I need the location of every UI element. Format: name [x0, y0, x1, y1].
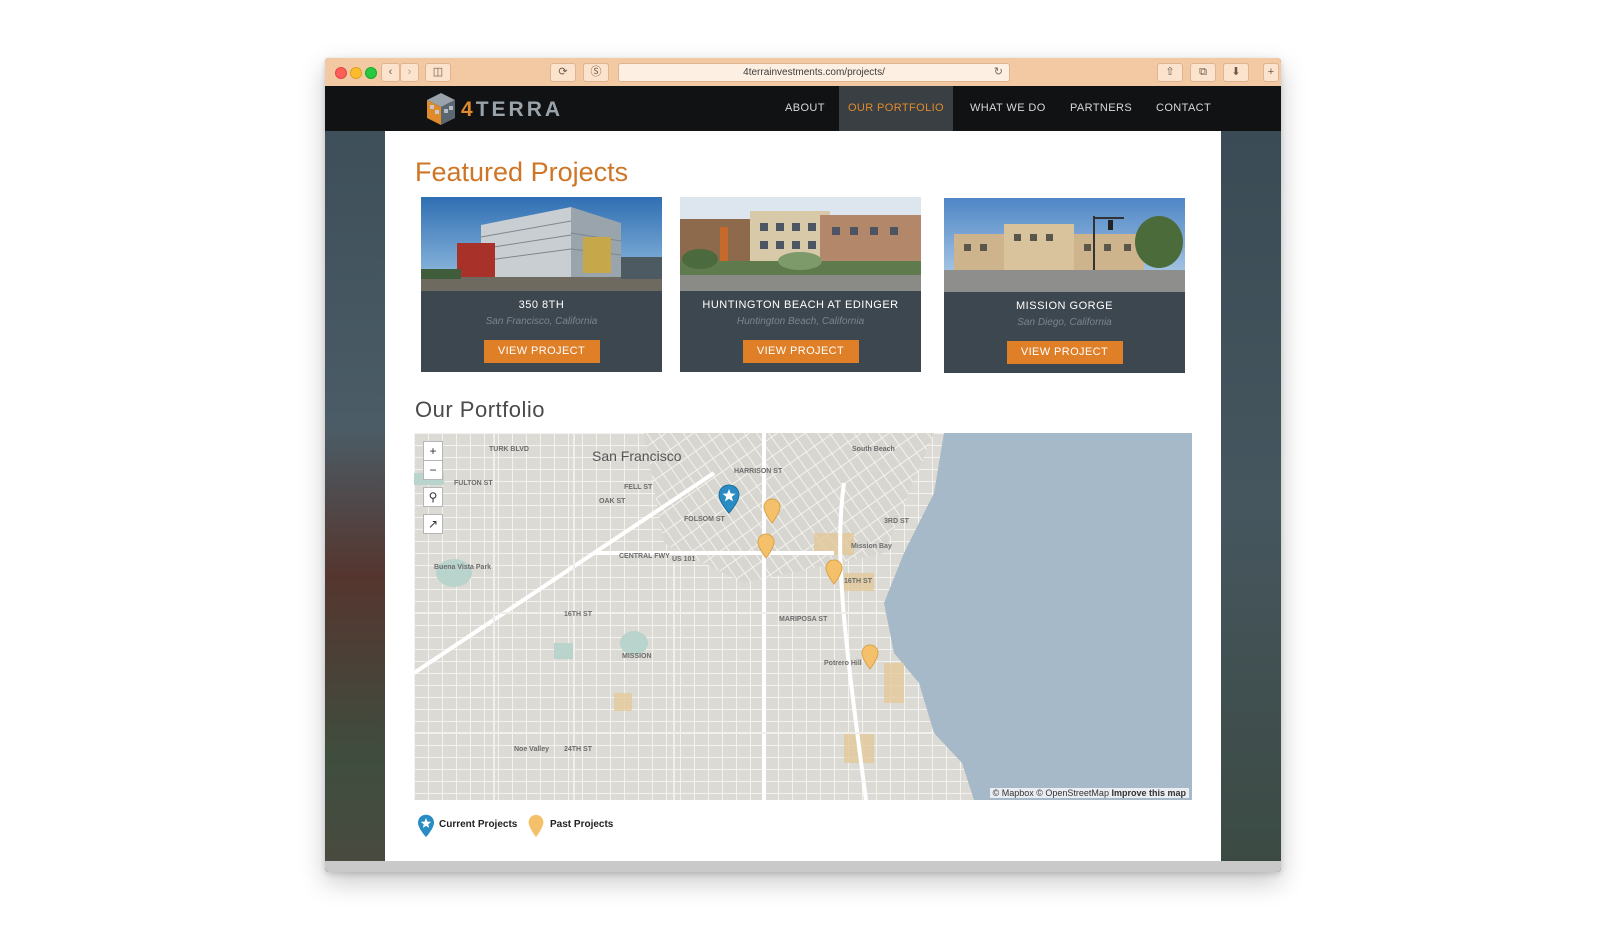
map-street-label: Buena Vista Park [434, 564, 491, 571]
share-icon[interactable]: ⇧ [1157, 63, 1183, 82]
url-text: 4terrainvestments.com/projects/ [743, 67, 885, 78]
project-card: HUNTINGTON BEACH AT EDINGER Huntington B… [680, 197, 921, 372]
map-street-label: Noe Valley [514, 746, 549, 753]
project-location: San Diego, California [1017, 317, 1112, 328]
map-street-label: Mission Bay [851, 543, 892, 550]
legend-past-label: Past Projects [550, 819, 614, 830]
map-street-label: FELL ST [624, 484, 653, 491]
view-project-button[interactable]: VIEW PROJECT [742, 340, 859, 363]
tabs-icon[interactable]: ⧉ [1190, 63, 1216, 82]
minimize-window-icon[interactable] [350, 67, 362, 79]
project-title: MISSION GORGE [1016, 300, 1113, 312]
site-nav: 4TERRA ABOUT OUR PORTFOLIO WHAT WE DO PA… [325, 86, 1281, 131]
attribution-text: © Mapbox © OpenStreetMap [992, 788, 1109, 798]
past-project-marker-icon[interactable] [757, 533, 775, 559]
browser-window: ‹ › ◫ ⟳ Ⓢ 4terrainvestments.com/projects… [325, 58, 1281, 872]
portfolio-map[interactable]: TURK BLVD FULTON ST FELL ST OAK ST FOLSO… [414, 433, 1192, 800]
project-photo [680, 197, 921, 291]
project-location: Huntington Beach, California [736, 316, 865, 327]
zoom-in-button[interactable]: + [423, 441, 443, 461]
current-project-marker-icon[interactable] [718, 484, 740, 514]
map-street-label: US 101 [672, 556, 695, 563]
project-card: 350 8TH San Francisco, California VIEW P… [421, 197, 662, 372]
view-project-button[interactable]: VIEW PROJECT [483, 340, 600, 363]
reload-icon[interactable]: ↻ [994, 64, 1003, 81]
map-street-label: FOLSOM ST [684, 516, 726, 523]
logo-wordmark: 4TERRA [461, 98, 563, 122]
our-portfolio-heading: Our Portfolio [415, 397, 545, 422]
background-photo-left [325, 131, 385, 872]
map-street-label: HARRISON ST [734, 468, 783, 475]
project-location: San Francisco, California [485, 316, 598, 327]
new-tab-icon[interactable]: + [1263, 63, 1279, 82]
sidebar-icon[interactable]: ◫ [425, 63, 451, 82]
forward-icon[interactable]: › [400, 63, 419, 82]
past-project-marker-icon[interactable] [825, 559, 843, 585]
back-icon[interactable]: ‹ [381, 63, 400, 82]
nav-about[interactable]: ABOUT [785, 86, 825, 131]
logo-four: 4 [461, 98, 476, 121]
browser-toolbar: ‹ › ◫ ⟳ Ⓢ 4terrainvestments.com/projects… [325, 58, 1281, 87]
extension-icon[interactable]: ⟳ [550, 63, 576, 82]
background-photo-right [1221, 131, 1281, 872]
map-street-label: MISSION [622, 653, 652, 660]
legend-current-label: Current Projects [439, 819, 518, 830]
nav-what-we-do[interactable]: WHAT WE DO [970, 86, 1046, 131]
nav-contact[interactable]: CONTACT [1156, 86, 1211, 131]
map-street-label: 24TH ST [564, 746, 593, 753]
current-projects-legend-icon [418, 814, 434, 838]
page-bottom-edge [325, 861, 1281, 872]
featured-projects-heading: Featured Projects [415, 157, 629, 187]
address-bar[interactable]: 4terrainvestments.com/projects/ ↻ [618, 63, 1010, 82]
cube-logo-icon [427, 93, 455, 125]
map-street-label: CENTRAL FWY [619, 553, 670, 560]
past-project-marker-icon[interactable] [861, 644, 879, 670]
past-project-marker-icon[interactable] [763, 498, 781, 524]
map-search-icon[interactable]: ⚲ [423, 487, 443, 507]
map-street-label: TURK BLVD [489, 446, 529, 453]
improve-map-link[interactable]: Improve this map [1111, 788, 1186, 798]
main-content: Featured Projects 350 8TH San Francisco,… [385, 131, 1221, 861]
map-street-label: FULTON ST [454, 480, 493, 487]
maximize-window-icon[interactable] [365, 67, 377, 79]
view-project-button[interactable]: VIEW PROJECT [1006, 341, 1123, 364]
nav-our-portfolio[interactable]: OUR PORTFOLIO [839, 86, 953, 131]
map-street-label: 3RD ST [884, 518, 910, 525]
past-projects-legend-icon [528, 814, 544, 838]
project-title: 350 8TH [518, 299, 565, 311]
extension-s-icon[interactable]: Ⓢ [583, 63, 609, 82]
map-street-label: MARIPOSA ST [779, 616, 828, 623]
project-photo [944, 198, 1185, 292]
map-street-label: 16TH ST [844, 578, 873, 585]
logo-terra: TERRA [475, 98, 564, 121]
project-title: HUNTINGTON BEACH AT EDINGER [702, 299, 899, 311]
map-street-label: OAK ST [599, 498, 626, 505]
map-street-label: South Beach [852, 446, 895, 453]
close-window-icon[interactable] [335, 67, 347, 79]
map-street-label: 16TH ST [564, 611, 593, 618]
map-share-icon[interactable]: ↗ [423, 514, 443, 534]
nav-partners[interactable]: PARTNERS [1070, 86, 1132, 131]
project-card: MISSION GORGE San Diego, California VIEW… [944, 198, 1185, 373]
map-city-label: San Francisco [592, 448, 682, 464]
downloads-icon[interactable]: ⬇ [1223, 63, 1249, 82]
map-street-label: Potrero Hill [824, 660, 862, 667]
zoom-out-button[interactable]: − [423, 460, 443, 480]
project-photo [421, 197, 662, 291]
map-attribution: © Mapbox © OpenStreetMap Improve this ma… [989, 788, 1189, 798]
